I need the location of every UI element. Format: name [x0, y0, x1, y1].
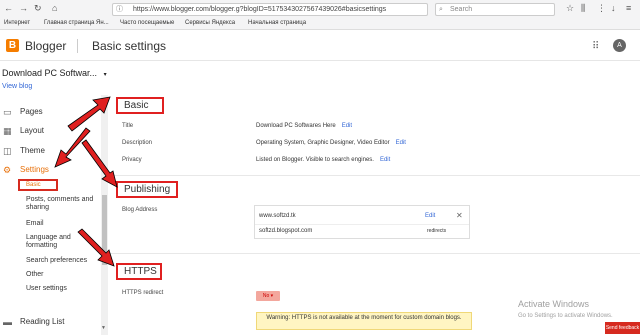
app-header: B Blogger Basic settings ⠿ A [0, 31, 640, 61]
bookmark-item[interactable]: Сервисы Яндекса [185, 17, 235, 29]
scroll-up-icon[interactable]: ▲ [101, 97, 106, 103]
apps-grid-icon[interactable]: ⠿ [592, 41, 599, 52]
blog-selector-label: Download PC Softwar... [2, 68, 98, 78]
section-heading-https: HTTPS [116, 263, 162, 280]
sidebar-item-label: Settings [20, 165, 49, 174]
reload-icon[interactable]: ↻ [34, 2, 42, 14]
theme-icon: ◫ [3, 146, 12, 156]
blog-selector[interactable]: Download PC Softwar... ▾ [2, 68, 107, 78]
activate-sub: Go to Settings to activate Windows. [518, 313, 613, 319]
edit-description-link[interactable]: Edit [396, 140, 406, 146]
settings-sub-email[interactable]: Email [26, 220, 102, 228]
activate-title: Activate Windows [518, 299, 590, 309]
row-value-description: Operating System, Graphic Designer, Vide… [256, 140, 406, 146]
send-feedback-button[interactable]: Send feedback [605, 322, 640, 334]
sidebar-item-label: Pages [20, 107, 43, 116]
sidebar-scrollbar[interactable]: ▲ ▼ [101, 95, 108, 335]
back-icon[interactable]: ← [4, 2, 13, 14]
bookmark-item[interactable]: Главная страница Ян... [44, 17, 109, 29]
title-value: Download PC Softwares Here [256, 123, 336, 129]
description-value: Operating System, Graphic Designer, Vide… [256, 140, 390, 146]
header-divider [77, 39, 78, 53]
pages-icon: ▭ [3, 107, 12, 117]
https-warning: Warning: HTTPS is not available at the m… [256, 312, 472, 330]
close-icon[interactable]: ✕ [456, 211, 463, 220]
bookmarks-bar: Интернет Главная страница Ян... Часто по… [0, 17, 640, 29]
caret-down-icon: ▾ [103, 72, 107, 78]
settings-sub-users[interactable]: User settings [26, 285, 102, 293]
sidebar-item-label: Reading List [20, 317, 65, 326]
lock-icon: ⓘ [116, 6, 123, 13]
row-value-privacy: Listed on Blogger. Visible to search eng… [256, 157, 390, 163]
edit-title-link[interactable]: Edit [342, 123, 352, 129]
scrollbar-thumb[interactable] [102, 195, 107, 265]
browser-nav: ← → ↻ ⌂ ⓘ https://www.blogger.com/blogge… [0, 2, 640, 16]
bookmark-item[interactable]: Начальная страница [248, 17, 306, 29]
forward-icon[interactable]: → [19, 2, 28, 14]
edit-privacy-link[interactable]: Edit [380, 157, 390, 163]
page-title: Basic settings [92, 39, 167, 53]
search-placeholder: Search [450, 6, 473, 13]
star-icon[interactable]: ☆ [566, 2, 574, 14]
bookmark-item[interactable]: Интернет [4, 17, 30, 29]
browser-chrome: ← → ↻ ⌂ ⓘ https://www.blogger.com/blogge… [0, 0, 640, 30]
https-redirect-select[interactable]: No ▾ [256, 291, 280, 301]
url-text: https://www.blogger.com/blogger.g?blogID… [133, 6, 387, 13]
download-icon[interactable]: ↓ [611, 2, 616, 14]
settings-sub-posts[interactable]: Posts, comments and sharing [26, 196, 102, 212]
library-icon[interactable]: ⫼ [581, 2, 585, 14]
section-divider [110, 175, 640, 176]
layout-icon: ▦ [3, 126, 12, 136]
search-icon: ⌕ [439, 6, 443, 13]
privacy-value: Listed on Blogger. Visible to search eng… [256, 157, 374, 163]
brand-name: Blogger [25, 39, 67, 53]
row-label-https-redirect: HTTPS redirect [122, 290, 164, 296]
row-value-title: Download PC Softwares Here Edit [256, 123, 352, 129]
row-label-description: Description [122, 140, 153, 146]
scroll-down-icon[interactable]: ▼ [101, 325, 106, 331]
row-label-title: Title [122, 123, 134, 129]
section-heading-publishing: Publishing [116, 181, 178, 198]
menu-icon[interactable]: ≡ [626, 2, 631, 14]
home-icon[interactable]: ⌂ [52, 2, 57, 14]
settings-sub-language[interactable]: Language and formatting [26, 234, 102, 250]
settings-sub-search[interactable]: Search preferences [26, 257, 102, 265]
section-heading-basic: Basic [116, 97, 164, 114]
row-label-blog-address: Blog Address [122, 207, 158, 213]
row-label-privacy: Privacy [122, 157, 142, 163]
sidebar-item-label: Layout [20, 126, 45, 135]
sidebar-item-label: Theme [20, 146, 45, 155]
blog-address-box: www.softzd.tk Edit ✕ softzd.blogspot.com… [254, 205, 470, 239]
section-divider [110, 253, 640, 254]
settings-sub-basic[interactable]: Basic [18, 179, 58, 191]
bookmark-item[interactable]: Часто посещаемые [120, 17, 174, 29]
address-bar[interactable]: ⓘ https://www.blogger.com/blogger.g?blog… [112, 3, 428, 16]
activate-windows-watermark: Activate Windows Go to Settings to activ… [518, 298, 613, 322]
sidebar: ▭ Pages ▦ Layout ◫ Theme ⚙ Settings Basi… [0, 95, 108, 336]
bookmarks-menu-icon[interactable]: ⋮ [597, 2, 606, 14]
settings-sub-other[interactable]: Other [26, 271, 102, 279]
blogger-logo[interactable]: B [6, 39, 19, 52]
avatar[interactable]: A [613, 39, 626, 52]
redirect-note: redirects [427, 228, 447, 234]
reading-list-icon: ▬ [3, 317, 12, 327]
gear-icon: ⚙ [3, 165, 12, 175]
blogspot-address: softzd.blogspot.com [259, 228, 313, 234]
browser-search[interactable]: ⌕ Search [435, 3, 555, 16]
view-blog-link[interactable]: View blog [2, 83, 32, 90]
edit-domain-link[interactable]: Edit [425, 213, 435, 219]
custom-domain: www.softzd.tk [259, 213, 296, 219]
address-divider [255, 224, 469, 225]
